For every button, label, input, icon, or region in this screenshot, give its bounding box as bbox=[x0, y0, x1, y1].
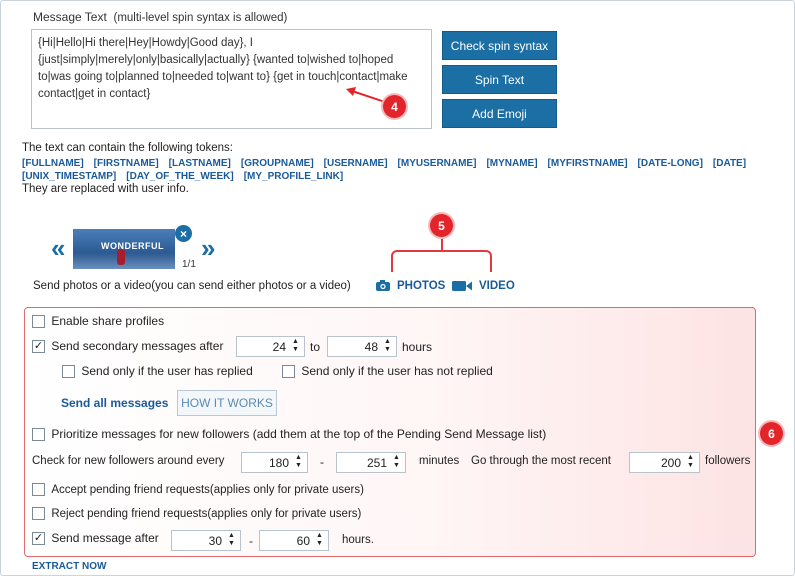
tokens-list: [FULLNAME] [FIRSTNAME] [LASTNAME] [GROUPNAM… bbox=[22, 157, 762, 183]
send-after-from-stepper[interactable]: 30 ▲ ▼ bbox=[171, 530, 241, 551]
prioritize-checkbox[interactable] bbox=[32, 428, 45, 442]
stepper-arrows-icon[interactable]: ▲ ▼ bbox=[315, 532, 324, 548]
dash-label: - bbox=[249, 534, 253, 548]
enable-share-row: Enable share profiles bbox=[32, 314, 165, 329]
tokens-replaced-note: They are replaced with user info. bbox=[22, 183, 189, 195]
followers-to-stepper[interactable]: 251 ▲ ▼ bbox=[336, 452, 406, 473]
stepper-arrows-icon[interactable]: ▲ ▼ bbox=[686, 454, 695, 470]
remove-media-icon[interactable]: × bbox=[175, 225, 192, 242]
media-counter: 1/1 bbox=[182, 259, 196, 270]
check-spin-syntax-button[interactable]: Check spin syntax bbox=[442, 31, 557, 60]
secondary-to-stepper[interactable]: 48 ▲ ▼ bbox=[327, 336, 397, 357]
video-camera-icon bbox=[452, 281, 472, 291]
send-secondary-checkbox[interactable]: ✓ bbox=[32, 340, 45, 354]
dash-label: - bbox=[320, 455, 324, 469]
token[interactable]: [DATE-LONG] bbox=[638, 157, 703, 170]
message-textarea[interactable]: {Hi|Hello|Hi there|Hey|Howdy|Good day}, … bbox=[31, 29, 432, 129]
annotation-line-5 bbox=[441, 236, 443, 250]
go-through-label: Go through the most recent bbox=[471, 455, 611, 467]
hours-unit-label: hours. bbox=[342, 534, 374, 546]
token[interactable]: [UNIX_TIMESTAMP] bbox=[22, 170, 116, 183]
enable-share-label: Enable share profiles bbox=[51, 314, 165, 328]
stepper-value: 48 bbox=[364, 340, 378, 354]
stepper-value: 60 bbox=[296, 534, 310, 548]
reject-pending-checkbox[interactable] bbox=[32, 507, 45, 521]
prioritize-label: Prioritize messages for new followers (a… bbox=[51, 427, 547, 441]
stepper-value: 24 bbox=[272, 340, 286, 354]
accept-pending-row: Accept pending friend requests(applies o… bbox=[32, 482, 364, 497]
stepper-arrows-icon[interactable]: ▲ ▼ bbox=[291, 338, 300, 354]
message-hint: (multi-level spin syntax is allowed) bbox=[113, 12, 288, 24]
send-secondary-row: ✓ Send secondary messages after bbox=[32, 339, 224, 354]
send-all-messages-label: Send all messages bbox=[61, 396, 169, 410]
reject-pending-label: Reject pending friend requests(applies o… bbox=[51, 508, 362, 520]
accept-pending-label: Accept pending friend requests(applies o… bbox=[51, 484, 364, 496]
how-it-works-button[interactable]: HOW IT WORKS bbox=[177, 390, 277, 416]
stepper-value: 180 bbox=[268, 456, 289, 470]
token[interactable]: [GROUPNAME] bbox=[241, 157, 314, 170]
token[interactable]: [MYNAME] bbox=[486, 157, 537, 170]
recent-followers-stepper[interactable]: 200 ▲ ▼ bbox=[629, 452, 700, 473]
message-label-text: Message Text bbox=[33, 10, 107, 24]
prev-media-button[interactable]: « bbox=[51, 235, 65, 261]
only-replied-checkbox[interactable] bbox=[62, 365, 75, 379]
send-after-checkbox[interactable]: ✓ bbox=[32, 532, 45, 546]
photos-label: PHOTOS bbox=[397, 279, 446, 292]
thumbnail-figure bbox=[117, 249, 125, 265]
token[interactable]: [FULLNAME] bbox=[22, 157, 84, 170]
token[interactable]: [MYFIRSTNAME] bbox=[548, 157, 628, 170]
only-not-replied-row: Send only if the user has not replied bbox=[282, 364, 493, 379]
video-button[interactable]: VIDEO bbox=[451, 279, 515, 292]
token[interactable]: [FIRSTNAME] bbox=[94, 157, 159, 170]
check-followers-label: Check for new followers around every bbox=[32, 455, 225, 467]
media-thumbnail[interactable]: WONDERFUL bbox=[73, 229, 175, 269]
send-media-label: Send photos or a video(you can send eith… bbox=[33, 280, 351, 292]
token[interactable]: [DATE] bbox=[713, 157, 746, 170]
token[interactable]: [MY_PROFILE_LINK] bbox=[244, 170, 343, 183]
stepper-value: 251 bbox=[366, 456, 387, 470]
minutes-label: minutes bbox=[419, 455, 460, 467]
accept-pending-checkbox[interactable] bbox=[32, 483, 45, 497]
camera-icon bbox=[376, 280, 390, 291]
stepper-arrows-icon[interactable]: ▲ ▼ bbox=[392, 454, 401, 470]
token[interactable]: [MYUSERNAME] bbox=[398, 157, 477, 170]
thumbnail-wordmark: WONDERFUL bbox=[101, 241, 164, 251]
message-text-label: Message Text (multi-level spin syntax is… bbox=[33, 10, 287, 24]
spin-text-button[interactable]: Spin Text bbox=[442, 65, 557, 94]
only-replied-row: Send only if the user has replied bbox=[62, 364, 253, 379]
add-emoji-button[interactable]: Add Emoji bbox=[442, 99, 557, 128]
stepper-value: 30 bbox=[208, 534, 222, 548]
send-after-to-stepper[interactable]: 60 ▲ ▼ bbox=[259, 530, 329, 551]
secondary-from-stepper[interactable]: 24 ▲ ▼ bbox=[236, 336, 305, 357]
send-after-label: Send message after bbox=[51, 531, 159, 545]
annotation-badge-6: 6 bbox=[760, 422, 783, 445]
send-secondary-label: Send secondary messages after bbox=[51, 339, 224, 353]
photos-button[interactable]: PHOTOS bbox=[375, 279, 445, 292]
stepper-arrows-icon[interactable]: ▲ ▼ bbox=[227, 532, 236, 548]
annotation-badge-4: 4 bbox=[383, 95, 406, 118]
stepper-value: 200 bbox=[660, 456, 681, 470]
extract-now-link[interactable]: EXTRACT NOW bbox=[32, 561, 106, 572]
video-label: VIDEO bbox=[479, 279, 515, 292]
annotation-bracket-5 bbox=[391, 250, 492, 272]
only-not-replied-checkbox[interactable] bbox=[282, 365, 295, 379]
token[interactable]: [USERNAME] bbox=[324, 157, 388, 170]
prioritize-row: Prioritize messages for new followers (a… bbox=[32, 427, 547, 442]
to-label: to bbox=[310, 340, 321, 354]
followers-from-stepper[interactable]: 180 ▲ ▼ bbox=[241, 452, 308, 473]
tokens-intro: The text can contain the following token… bbox=[22, 142, 233, 154]
enable-share-checkbox[interactable] bbox=[32, 315, 45, 329]
reject-pending-row: Reject pending friend requests(applies o… bbox=[32, 506, 362, 521]
send-after-row: ✓ Send message after bbox=[32, 531, 159, 546]
only-not-replied-label: Send only if the user has not replied bbox=[301, 364, 493, 378]
followers-label: followers bbox=[705, 455, 751, 467]
next-media-button[interactable]: » bbox=[201, 235, 215, 261]
annotation-badge-5: 5 bbox=[430, 214, 453, 237]
hours-label: hours bbox=[402, 340, 433, 354]
token[interactable]: [DAY_OF_THE_WEEK] bbox=[126, 170, 233, 183]
stepper-arrows-icon[interactable]: ▲ ▼ bbox=[383, 338, 392, 354]
stepper-arrows-icon[interactable]: ▲ ▼ bbox=[294, 454, 303, 470]
only-replied-label: Send only if the user has replied bbox=[81, 364, 253, 378]
token[interactable]: [LASTNAME] bbox=[169, 157, 231, 170]
